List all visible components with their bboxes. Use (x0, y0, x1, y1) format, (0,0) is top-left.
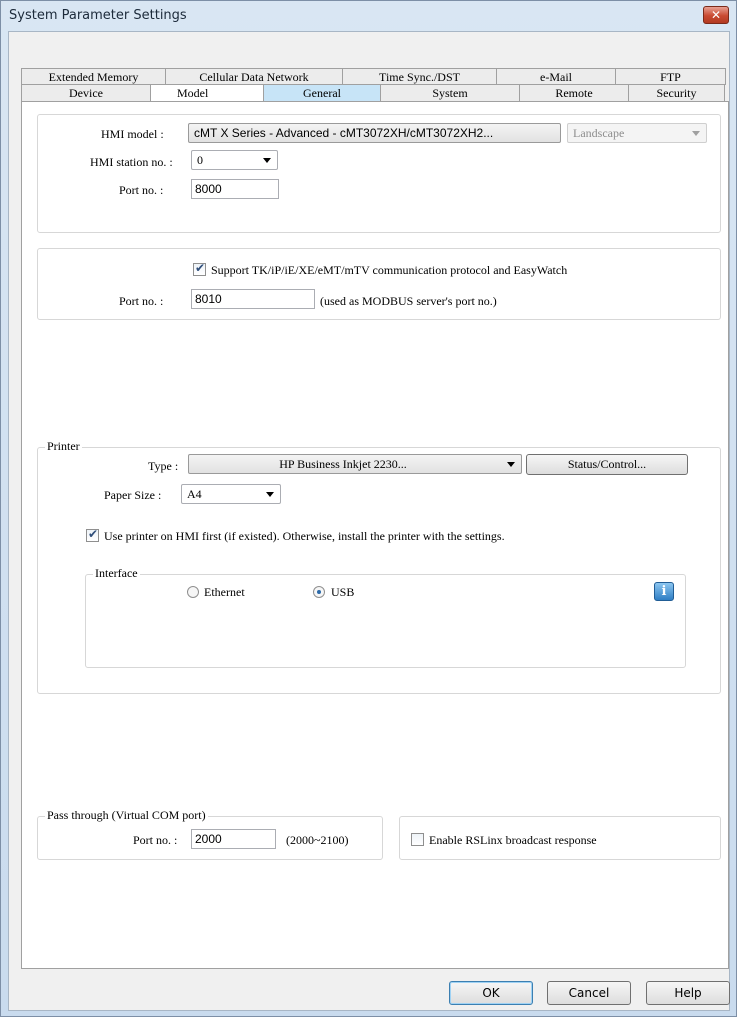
orientation-value: Landscape (573, 126, 625, 140)
usb-label: USB (331, 585, 355, 599)
support-protocol-checkbox[interactable]: ✔ (193, 261, 206, 276)
info-icon[interactable]: i (654, 582, 674, 601)
support-protocol-label: Support TK/iP/iE/XE/eMT/mTV communicatio… (211, 263, 568, 277)
hmi-model-select[interactable]: cMT X Series - Advanced - cMT3072XH/cMT3… (188, 123, 561, 143)
radio-selected-dot (317, 590, 321, 594)
interface-group (85, 574, 686, 668)
printer-legend: Printer (45, 439, 82, 454)
protocol-port-note: (used as MODBUS server's port no.) (320, 294, 497, 308)
rslinx-checkbox[interactable] (411, 833, 424, 846)
interface-legend: Interface (93, 566, 140, 581)
paper-size-select[interactable]: A4 (181, 484, 281, 504)
orientation-select[interactable]: Landscape (567, 123, 707, 143)
hmi-model-label: HMI model : (101, 127, 164, 141)
checkmark-icon: ✔ (88, 527, 99, 541)
tab-general[interactable]: General (263, 84, 381, 101)
printer-type-value: HP Business Inkjet 2230... (279, 457, 407, 471)
tab-ftp[interactable]: FTP (615, 68, 726, 85)
paper-size-label: Paper Size : (104, 488, 162, 502)
tab-time-sync-dst[interactable]: Time Sync./DST (342, 68, 497, 85)
tab-extended-memory[interactable]: Extended Memory (21, 68, 166, 85)
hmi-model-value: cMT X Series - Advanced - cMT3072XH/cMT3… (194, 126, 494, 140)
use-hmi-printer-checkbox[interactable]: ✔ (86, 527, 99, 542)
pass-through-range-note: (2000~2100) (286, 833, 349, 847)
chevron-down-icon (692, 131, 700, 136)
tab-e-mail[interactable]: e-Mail (496, 68, 616, 85)
title-bar[interactable]: System Parameter Settings ✕ (1, 1, 736, 31)
pass-through-port-label: Port no. : (133, 833, 178, 847)
ok-button[interactable]: OK (449, 981, 533, 1005)
ethernet-label: Ethernet (204, 585, 245, 599)
use-hmi-printer-label: Use printer on HMI first (if existed). O… (104, 529, 505, 543)
model-port-input[interactable]: 8000 (191, 179, 279, 199)
usb-radio[interactable] (313, 586, 325, 598)
paper-size-value: A4 (187, 487, 202, 501)
window-title: System Parameter Settings (9, 8, 187, 23)
dialog-window: System Parameter Settings ✕ Extended Mem… (0, 0, 737, 1017)
station-value: 0 (197, 153, 203, 167)
tab-security[interactable]: Security (628, 84, 725, 101)
rslinx-label: Enable RSLinx broadcast response (429, 833, 597, 847)
protocol-port-label: Port no. : (119, 294, 164, 308)
station-label: HMI station no. : (90, 155, 173, 169)
chevron-down-icon (263, 158, 271, 163)
tab-remote[interactable]: Remote (519, 84, 629, 101)
close-button[interactable]: ✕ (703, 6, 729, 24)
protocol-port-input[interactable]: 8010 (191, 289, 315, 309)
protocol-group (37, 248, 721, 320)
help-button[interactable]: Help (646, 981, 730, 1005)
printer-type-label: Type : (148, 459, 179, 473)
tab-row-bottom: Device Model General System Remote Secur… (21, 84, 725, 102)
ethernet-radio[interactable] (187, 586, 199, 598)
pass-through-port-input[interactable]: 2000 (191, 829, 276, 849)
station-select[interactable]: 0 (191, 150, 278, 170)
tab-cellular-data-network[interactable]: Cellular Data Network (165, 68, 343, 85)
cancel-button[interactable]: Cancel (547, 981, 631, 1005)
chevron-down-icon (507, 462, 515, 467)
status-control-button[interactable]: Status/Control... (526, 454, 688, 475)
tab-row-top: Extended Memory Cellular Data Network Ti… (21, 68, 726, 85)
printer-type-select[interactable]: HP Business Inkjet 2230... (188, 454, 522, 474)
pass-through-legend: Pass through (Virtual COM port) (45, 808, 208, 823)
checkmark-icon: ✔ (195, 261, 206, 275)
chevron-down-icon (266, 492, 274, 497)
tab-system[interactable]: System (380, 84, 520, 101)
tab-model[interactable]: Model (150, 84, 264, 102)
tab-device[interactable]: Device (21, 84, 151, 101)
model-port-label: Port no. : (119, 183, 164, 197)
